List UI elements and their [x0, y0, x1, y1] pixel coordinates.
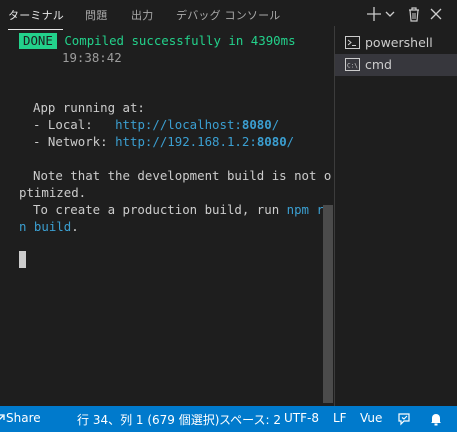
- network-label: - Network:: [33, 134, 116, 149]
- build-command-part2: n build: [19, 219, 72, 234]
- active-tab-indicator: [8, 29, 63, 30]
- terminal-output[interactable]: DONE Compiled successfully in 4390ms 19:…: [0, 32, 334, 406]
- cmd-icon: C:\: [345, 58, 360, 71]
- terminal-icon: [345, 36, 360, 49]
- feedback-icon[interactable]: [396, 411, 412, 430]
- network-url-slash: /: [286, 134, 295, 149]
- share-button[interactable]: Share: [6, 411, 41, 425]
- network-url-host: http://192.168.1.2:: [115, 134, 257, 149]
- network-url-link[interactable]: http://192.168.1.2:8080/: [115, 134, 294, 149]
- local-label: - Local:: [33, 117, 116, 132]
- note-line-2: ptimized.: [19, 185, 87, 200]
- status-bar: Share 行 34、列 1 (679 個選択) スペース: 2 UTF-8 L…: [0, 406, 457, 432]
- done-badge: DONE: [19, 33, 57, 49]
- tab-terminal[interactable]: ターミナル: [8, 7, 64, 23]
- note-line-1: Note that the development build is not o: [33, 168, 332, 183]
- terminal-list-label: cmd: [365, 57, 392, 72]
- language-mode[interactable]: Vue: [360, 411, 382, 425]
- local-url-line: - Local: http://localhost:8080/: [33, 116, 279, 133]
- timestamp: 19:38:42: [62, 50, 122, 65]
- tab-problems[interactable]: 問題: [85, 7, 107, 23]
- panel-tab-bar: ターミナル 問題 出力 デバッグ コンソール: [0, 0, 457, 32]
- terminal-list-item-cmd[interactable]: C:\ cmd: [335, 54, 457, 76]
- indentation-setting[interactable]: スペース: 2: [219, 411, 281, 428]
- eol-setting[interactable]: LF: [333, 411, 347, 425]
- compiled-message: Compiled successfully in 4390ms: [64, 33, 296, 48]
- tab-debug-console[interactable]: デバッグ コンソール: [176, 7, 281, 23]
- svg-text:C:\: C:\: [347, 63, 358, 70]
- terminal-list: powershell C:\ cmd: [335, 30, 457, 406]
- build-text: To create a production build, run: [33, 202, 287, 217]
- compile-status-line: DONE Compiled successfully in 4390ms: [19, 32, 296, 49]
- terminal-list-item-powershell[interactable]: powershell: [335, 32, 457, 54]
- cursor-position[interactable]: 行 34、列 1 (679 個選択): [77, 411, 219, 428]
- encoding-setting[interactable]: UTF-8: [284, 411, 319, 425]
- terminal-cursor: [19, 251, 26, 268]
- notifications-bell-icon[interactable]: [428, 411, 444, 430]
- chevron-down-icon[interactable]: [382, 4, 402, 24]
- network-url-line: - Network: http://192.168.1.2:8080/: [33, 133, 294, 150]
- build-line-2: n build.: [19, 218, 79, 235]
- local-url-host: http://localhost:: [115, 117, 242, 132]
- close-icon[interactable]: [426, 4, 446, 24]
- terminal-list-label: powershell: [365, 35, 433, 50]
- plus-icon[interactable]: [364, 4, 384, 24]
- local-url-port: 8080: [241, 117, 272, 132]
- build-line-1: To create a production build, run npm ru: [33, 201, 331, 218]
- trash-icon[interactable]: [404, 4, 424, 24]
- app-running-text: App running at:: [33, 100, 145, 115]
- scrollbar-thumb[interactable]: [323, 205, 333, 403]
- build-period: .: [71, 219, 79, 234]
- network-url-port: 8080: [256, 134, 287, 149]
- local-url-link[interactable]: http://localhost:8080/: [115, 117, 279, 132]
- tab-output[interactable]: 出力: [131, 7, 153, 23]
- local-url-slash: /: [271, 117, 280, 132]
